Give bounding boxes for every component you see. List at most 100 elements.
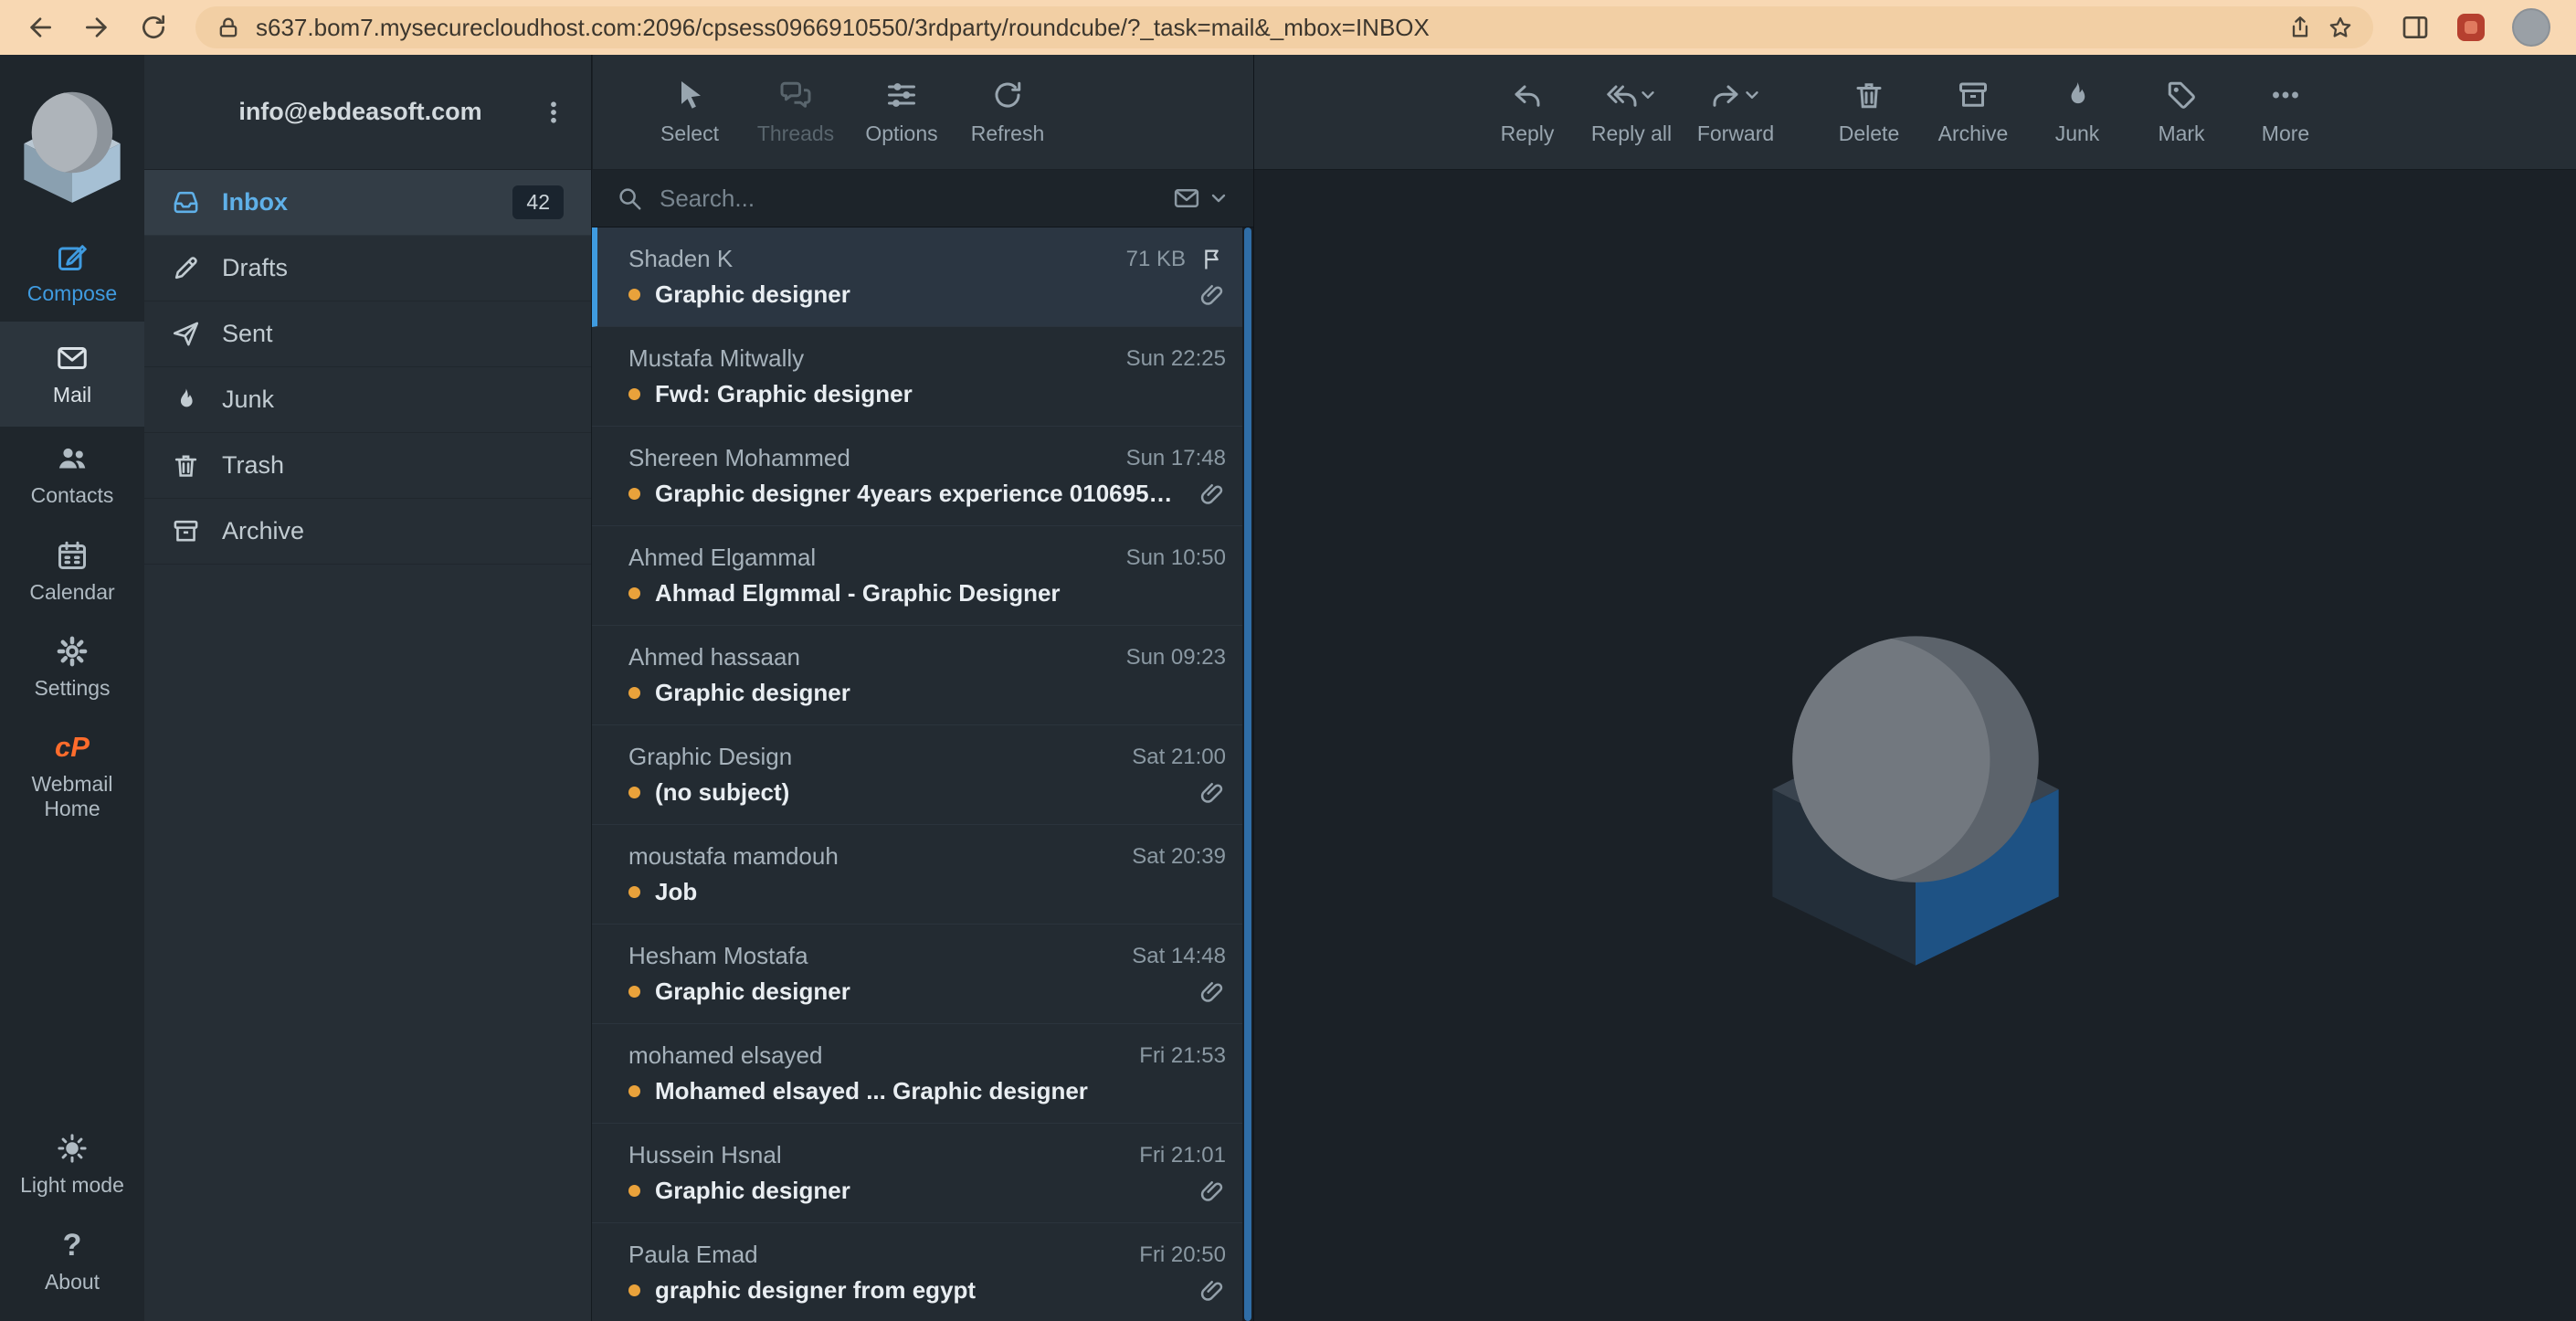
archive-button[interactable]: Archive [1924, 78, 2022, 146]
sender: Paula Emad [628, 1241, 1124, 1269]
forward-button[interactable]: Forward [1686, 78, 1785, 146]
compose-icon [56, 240, 89, 273]
url-text[interactable]: s637.bom7.mysecurecloudhost.com:2096/cps… [256, 14, 2273, 42]
message-row[interactable]: Hesham MostafaSat 14:48 Graphic designer [592, 925, 1253, 1024]
subject: (no subject) [655, 778, 1184, 807]
folder-label: Drafts [222, 254, 288, 282]
roundcube-logo [0, 55, 144, 225]
sidebar-item-label: About [45, 1270, 100, 1294]
sender: Graphic Design [628, 743, 1117, 771]
sidebar-item-mail[interactable]: Mail [0, 322, 144, 427]
mark-button[interactable]: Mark [2132, 78, 2231, 146]
select-button[interactable]: Select [637, 78, 743, 146]
flame-icon [2061, 78, 2094, 112]
message-row[interactable]: Shereen MohammedSun 17:48 Graphic design… [592, 427, 1253, 526]
browser-toolbar: s637.bom7.mysecurecloudhost.com:2096/cps… [0, 0, 2576, 55]
trash-icon [1853, 78, 1885, 112]
message-meta: Fri 21:53 [1139, 1043, 1226, 1069]
junk-button[interactable]: Junk [2028, 78, 2127, 146]
message-row[interactable]: Ahmed hassaanSun 09:23 Graphic designer [592, 626, 1253, 725]
reply-all-button[interactable]: Reply all [1582, 78, 1681, 146]
reply-all-dropdown-icon[interactable] [1638, 85, 1658, 105]
sender: Ahmed hassaan [628, 643, 1112, 671]
sidebar-item-webmail-home[interactable]: cP Webmail Home [0, 715, 144, 836]
extension-icon[interactable] [2457, 14, 2485, 41]
options-button[interactable]: Options [849, 78, 955, 146]
account-header: info@ebdeasoft.com [144, 55, 591, 170]
sidebar-item-label: Mail [53, 383, 91, 407]
sidebar-item-compose[interactable]: Compose [0, 225, 144, 321]
cursor-icon [673, 78, 706, 112]
sender: mohamed elsayed [628, 1041, 1124, 1070]
message-row[interactable]: Ahmed ElgammalSun 10:50 Ahmad Elgmmal - … [592, 526, 1253, 626]
sidebar-item-label: Light mode [20, 1173, 124, 1197]
message-row[interactable]: Shaden K71 KB Graphic designer [592, 227, 1253, 327]
back-icon[interactable] [26, 13, 55, 42]
scrollbar-thumb[interactable] [1244, 227, 1251, 1321]
message-row[interactable]: Hussein HsnalFri 21:01 Graphic designer [592, 1124, 1253, 1223]
attachment-icon [1198, 1277, 1226, 1305]
inbox-icon [172, 188, 200, 217]
message-meta: Sun 22:25 [1126, 346, 1226, 372]
folder-archive[interactable]: Archive [144, 499, 591, 565]
folder-trash[interactable]: Trash [144, 433, 591, 499]
calendar-icon [56, 539, 89, 572]
flame-icon [172, 386, 200, 414]
sidebar-item-settings[interactable]: Settings [0, 619, 144, 715]
profile-avatar[interactable] [2512, 8, 2550, 47]
folder-sent[interactable]: Sent [144, 301, 591, 367]
message-row[interactable]: moustafa mamdouhSat 20:39 Job [592, 825, 1253, 925]
sidebar-item-contacts[interactable]: Contacts [0, 427, 144, 523]
sender: moustafa mamdouh [628, 842, 1117, 871]
sliders-icon [885, 78, 918, 112]
more-button[interactable]: More [2236, 78, 2335, 146]
folder-menu-icon[interactable] [540, 99, 567, 126]
message-row[interactable]: Paula EmadFri 20:50 graphic designer fro… [592, 1223, 1253, 1321]
list-scrollbar[interactable] [1242, 227, 1253, 1321]
reload-icon[interactable] [139, 13, 168, 42]
flag-icon[interactable] [1200, 247, 1226, 272]
sidebar-item-label: Settings [34, 676, 110, 700]
attachment-icon [1198, 481, 1226, 508]
search-input[interactable] [660, 185, 1156, 213]
unread-dot [628, 687, 640, 699]
folder-drafts[interactable]: Drafts [144, 236, 591, 301]
folder-label: Trash [222, 451, 284, 480]
star-icon[interactable] [2328, 15, 2353, 40]
webmail-app: Compose Mail Contacts Calendar Settings … [0, 55, 2576, 1321]
delete-button[interactable]: Delete [1820, 78, 1918, 146]
reply-button[interactable]: Reply [1478, 78, 1577, 146]
search-icon [616, 185, 643, 212]
forward-dropdown-icon[interactable] [1742, 85, 1762, 105]
threads-label: Threads [757, 122, 834, 146]
unread-dot [628, 289, 640, 301]
sidebar-item-light-mode[interactable]: Light mode [0, 1116, 144, 1212]
message-meta: Fri 21:01 [1139, 1143, 1226, 1168]
address-bar[interactable]: s637.bom7.mysecurecloudhost.com:2096/cps… [195, 6, 2373, 48]
sidebar-item-about[interactable]: ? About [0, 1213, 144, 1321]
message-list-panel: Select Threads Options [592, 55, 1254, 1321]
message-row[interactable]: Mustafa MitwallySun 22:25 Fwd: Graphic d… [592, 327, 1253, 427]
refresh-button[interactable]: Refresh [955, 78, 1061, 146]
cpanel-icon: cP [55, 731, 90, 764]
side-panel-icon[interactable] [2401, 13, 2430, 42]
sidebar-item-calendar[interactable]: Calendar [0, 523, 144, 619]
threads-button[interactable]: Threads [743, 78, 849, 146]
message-row[interactable]: mohamed elsayedFri 21:53 Mohamed elsayed… [592, 1024, 1253, 1124]
subject: Ahmad Elgmmal - Graphic Designer [655, 579, 1226, 608]
folder-inbox[interactable]: Inbox 42 [144, 170, 591, 236]
inbox-unread-count: 42 [512, 185, 564, 219]
message-meta: Sun 17:48 [1126, 446, 1226, 471]
refresh-icon [991, 78, 1024, 112]
share-icon[interactable] [2287, 15, 2313, 40]
forward-icon[interactable] [82, 13, 111, 42]
sender: Hesham Mostafa [628, 942, 1117, 970]
archive-icon [1957, 78, 1990, 112]
account-name: info@ebdeasoft.com [181, 98, 540, 126]
envelope-icon [1173, 185, 1200, 212]
search-scope-selector[interactable] [1173, 185, 1230, 212]
message-row[interactable]: Graphic DesignSat 21:00 (no subject) [592, 725, 1253, 825]
folder-junk[interactable]: Junk [144, 367, 591, 433]
search-bar [592, 170, 1253, 227]
attachment-icon [1198, 1178, 1226, 1205]
